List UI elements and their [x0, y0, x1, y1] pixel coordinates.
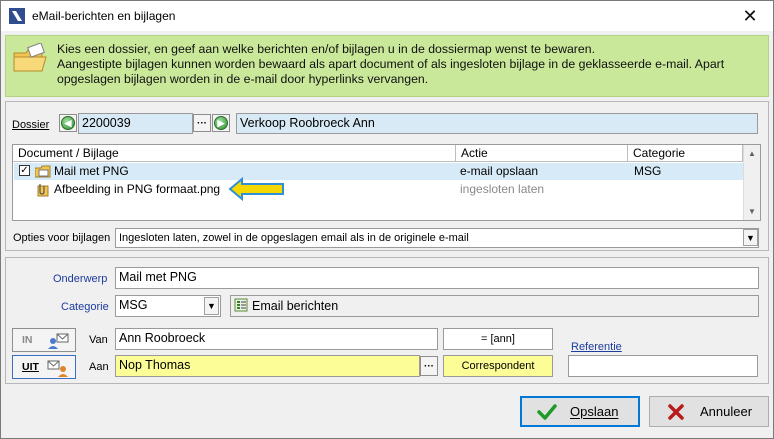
categorie-description-text: Email berichten [252, 299, 339, 313]
column-header-categorie[interactable]: Categorie [628, 145, 743, 162]
left-arrow-indicator-icon [228, 177, 284, 201]
checkmark-icon [537, 403, 557, 420]
list-icon [234, 298, 248, 312]
row-checkbox[interactable]: ✓ [19, 165, 30, 176]
info-text: Kies een dossier, en geef aan welke beri… [57, 42, 762, 87]
scroll-up-icon[interactable]: ▲ [744, 145, 760, 162]
dossier-browse-button[interactable]: ··· [193, 114, 211, 132]
opties-select[interactable]: Ingesloten laten, zowel in de opgeslagen… [115, 228, 759, 248]
save-label: Opslaan [570, 404, 619, 419]
mail-folder-icon [35, 165, 51, 178]
grid-scrollbar[interactable]: ▲ ▼ [743, 145, 760, 220]
folder-mail-icon [13, 43, 47, 72]
dossier-go-button[interactable]: ▶ [212, 114, 230, 132]
row-categorie: MSG [634, 164, 662, 178]
onderwerp-field[interactable]: Mail met PNG [115, 267, 759, 289]
ellipsis-icon: ··· [197, 117, 207, 129]
info-line: opgeslagen bijlagen worden in de e-mail … [57, 72, 429, 86]
categorie-description: Email berichten [230, 295, 759, 317]
scroll-down-icon[interactable]: ▼ [744, 203, 760, 220]
dossier-name-field: Verkoop Roobroeck Ann [236, 113, 758, 134]
forward-arrow-icon: ▶ [214, 116, 228, 130]
chevron-down-icon: ▼ [207, 301, 216, 311]
save-button[interactable]: Opslaan [520, 396, 640, 427]
uit-button[interactable]: UIT [12, 355, 76, 379]
dossier-prev-button[interactable]: ◀ [59, 114, 77, 132]
grid-row[interactable]: ✓ Mail met PNG e-mail opslaan MSG [14, 163, 743, 180]
dossier-number-field[interactable]: 2200039 [78, 113, 193, 134]
van-code: = [ann] [443, 328, 553, 350]
row-document: Afbeelding in PNG formaat.png [54, 182, 221, 196]
cancel-button[interactable]: Annuleer [649, 396, 769, 427]
aan-label: Aan [89, 361, 109, 373]
aan-browse-button[interactable]: ··· [420, 356, 438, 376]
title-bar: eMail-berichten en bijlagen ✕ [1, 1, 773, 31]
outgoing-mail-icon [47, 360, 68, 377]
categorie-dropdown-button[interactable]: ▼ [204, 297, 219, 315]
in-button[interactable]: IN [12, 328, 76, 352]
onderwerp-label: Onderwerp [53, 273, 108, 285]
info-line: Kies een dossier, en geef aan welke beri… [57, 42, 595, 56]
cross-icon [668, 403, 684, 420]
close-icon: ✕ [742, 5, 758, 26]
dialog-window: eMail-berichten en bijlagen ✕ Kies een d… [0, 0, 774, 439]
back-arrow-icon: ◀ [61, 116, 75, 130]
row-actie: ingesloten laten [460, 182, 545, 196]
info-line: Aangestipte bijlagen kunnen worden bewaa… [57, 57, 725, 71]
aan-role: Correspondent [443, 355, 553, 377]
window-title: eMail-berichten en bijlagen [32, 9, 176, 23]
info-banner: Kies een dossier, en geef aan welke beri… [5, 35, 769, 97]
attachment-icon [37, 184, 49, 197]
opties-dropdown-button[interactable]: ▼ [743, 229, 758, 246]
van-field[interactable]: Ann Roobroeck [115, 328, 438, 350]
grid-row[interactable]: Afbeelding in PNG formaat.png ingesloten… [14, 177, 743, 201]
app-icon [9, 8, 25, 24]
close-button[interactable]: ✕ [727, 1, 773, 31]
cancel-label: Annuleer [700, 404, 753, 419]
dossier-label: Dossier [12, 119, 50, 131]
row-actie: e-mail opslaan [460, 164, 539, 178]
aan-field[interactable]: Nop Thomas [115, 355, 420, 377]
attachments-grid[interactable]: Document / Bijlage Actie Categorie ✓ Mai… [12, 144, 761, 221]
ellipsis-icon: ··· [424, 360, 434, 372]
van-label: Van [89, 334, 108, 346]
column-header-actie[interactable]: Actie [456, 145, 628, 162]
referentie-label: Referentie [571, 341, 622, 353]
chevron-down-icon: ▼ [746, 232, 755, 243]
incoming-mail-icon [48, 333, 69, 349]
referentie-field[interactable] [568, 355, 758, 377]
opties-label: Opties voor bijlagen [13, 232, 111, 244]
column-header-document[interactable]: Document / Bijlage [13, 145, 456, 162]
row-document: Mail met PNG [54, 164, 129, 178]
categorie-label: Categorie [61, 301, 109, 313]
